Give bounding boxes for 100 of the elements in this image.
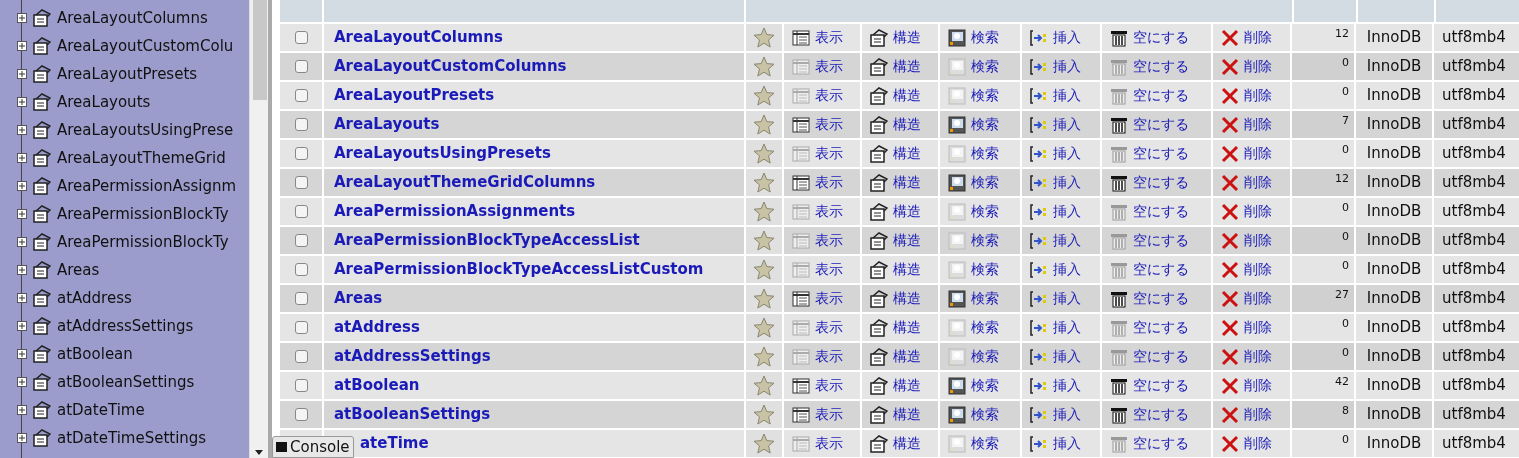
action-link[interactable]: 空にする xyxy=(1102,256,1211,283)
action-link[interactable]: 検索 xyxy=(940,227,1020,254)
action-link[interactable]: 構造 xyxy=(862,169,938,196)
action-link[interactable]: 検索 xyxy=(940,430,1020,457)
action-link[interactable]: 構造 xyxy=(862,53,938,80)
action-link[interactable]: 表示 xyxy=(784,169,860,196)
action-link[interactable]: 挿入 xyxy=(1022,53,1100,80)
action-link[interactable]: 削除 xyxy=(1213,140,1290,167)
sidebar-item[interactable]: AreaLayoutCustomColu xyxy=(57,34,234,58)
sidebar-item[interactable]: AreaLayoutsUsingPrese xyxy=(57,118,234,142)
star-icon[interactable] xyxy=(753,433,775,454)
star-icon[interactable] xyxy=(753,27,775,48)
row-checkbox[interactable] xyxy=(294,31,308,44)
action-link[interactable]: 表示 xyxy=(784,198,860,225)
expand-icon[interactable] xyxy=(17,153,27,163)
action-link[interactable]: 挿入 xyxy=(1022,256,1100,283)
action-link[interactable]: 空にする xyxy=(1102,198,1211,225)
action-link[interactable]: 挿入 xyxy=(1022,314,1100,341)
scrollbar-thumb[interactable] xyxy=(253,0,267,100)
star-icon[interactable] xyxy=(753,201,775,222)
expand-icon[interactable] xyxy=(17,405,27,415)
sidebar-item[interactable]: AreaLayouts xyxy=(57,90,151,114)
sidebar-item[interactable]: AreaPermissionBlockTy xyxy=(57,202,229,226)
action-link[interactable]: 挿入 xyxy=(1022,401,1100,428)
action-link[interactable]: 表示 xyxy=(784,140,860,167)
row-checkbox[interactable] xyxy=(294,147,308,160)
action-link[interactable]: 検索 xyxy=(940,169,1020,196)
expand-icon[interactable] xyxy=(17,349,27,359)
sidebar-item[interactable]: AreaLayoutColumns xyxy=(57,6,208,30)
action-link[interactable]: 表示 xyxy=(784,430,860,457)
action-link[interactable]: 検索 xyxy=(940,401,1020,428)
action-link[interactable]: 構造 xyxy=(862,140,938,167)
row-checkbox[interactable] xyxy=(294,234,308,247)
action-link[interactable]: 空にする xyxy=(1102,343,1211,370)
action-link[interactable]: 構造 xyxy=(862,227,938,254)
action-link[interactable]: 構造 xyxy=(862,285,938,312)
expand-icon[interactable] xyxy=(17,265,27,275)
action-link[interactable]: 空にする xyxy=(1102,401,1211,428)
action-link[interactable]: 挿入 xyxy=(1022,430,1100,457)
action-link[interactable]: 削除 xyxy=(1213,53,1290,80)
action-link[interactable]: 挿入 xyxy=(1022,111,1100,138)
action-link[interactable]: 構造 xyxy=(862,24,938,51)
action-link[interactable]: 挿入 xyxy=(1022,198,1100,225)
expand-icon[interactable] xyxy=(17,41,27,51)
action-link[interactable]: 検索 xyxy=(940,140,1020,167)
action-link[interactable]: 削除 xyxy=(1213,169,1290,196)
action-link[interactable]: 削除 xyxy=(1213,227,1290,254)
action-link[interactable]: 構造 xyxy=(862,314,938,341)
console-tab[interactable]: Console xyxy=(272,436,354,458)
star-icon[interactable] xyxy=(753,172,775,193)
action-link[interactable]: 表示 xyxy=(784,53,860,80)
star-icon[interactable] xyxy=(753,230,775,251)
row-checkbox[interactable] xyxy=(294,89,308,102)
sidebar-item[interactable]: AreaLayoutPresets xyxy=(57,62,198,86)
star-icon[interactable] xyxy=(753,317,775,338)
action-link[interactable]: 挿入 xyxy=(1022,140,1100,167)
star-icon[interactable] xyxy=(753,346,775,367)
action-link[interactable]: 構造 xyxy=(862,372,938,399)
row-checkbox[interactable] xyxy=(294,321,308,334)
scroll-down-icon[interactable] xyxy=(254,450,264,456)
sidebar-item[interactable]: AreaPermissionAssignm xyxy=(57,174,237,198)
action-link[interactable]: 空にする xyxy=(1102,430,1211,457)
action-link[interactable]: 検索 xyxy=(940,111,1020,138)
sidebar-item[interactable]: atAddress xyxy=(57,286,132,310)
sidebar-item[interactable]: atAddressSettings xyxy=(57,314,194,338)
action-link[interactable]: 挿入 xyxy=(1022,82,1100,109)
action-link[interactable]: 表示 xyxy=(784,256,860,283)
row-checkbox[interactable] xyxy=(294,263,308,276)
star-icon[interactable] xyxy=(753,404,775,425)
expand-icon[interactable] xyxy=(17,433,27,443)
action-link[interactable]: 挿入 xyxy=(1022,169,1100,196)
action-link[interactable]: 削除 xyxy=(1213,82,1290,109)
action-link[interactable]: 検索 xyxy=(940,314,1020,341)
sidebar-item[interactable]: AreaPermissionBlockTy xyxy=(57,230,229,254)
action-link[interactable]: 挿入 xyxy=(1022,285,1100,312)
action-link[interactable]: 空にする xyxy=(1102,227,1211,254)
expand-icon[interactable] xyxy=(17,181,27,191)
expand-icon[interactable] xyxy=(17,293,27,303)
sidebar-item[interactable]: atBoolean xyxy=(57,342,133,366)
action-link[interactable]: 表示 xyxy=(784,227,860,254)
star-icon[interactable] xyxy=(753,288,775,309)
sidebar-item[interactable]: AreaLayoutThemeGrid xyxy=(57,146,226,170)
action-link[interactable]: 表示 xyxy=(784,314,860,341)
action-link[interactable]: 削除 xyxy=(1213,256,1290,283)
action-link[interactable]: 表示 xyxy=(784,285,860,312)
action-link[interactable]: 構造 xyxy=(862,198,938,225)
action-link[interactable]: 挿入 xyxy=(1022,372,1100,399)
action-link[interactable]: 空にする xyxy=(1102,53,1211,80)
star-icon[interactable] xyxy=(753,56,775,77)
action-link[interactable]: 構造 xyxy=(862,256,938,283)
row-checkbox[interactable] xyxy=(294,350,308,363)
row-checkbox[interactable] xyxy=(294,118,308,131)
row-checkbox[interactable] xyxy=(294,379,308,392)
table-name-link[interactable]: atAddress xyxy=(334,316,420,339)
action-link[interactable]: 表示 xyxy=(784,343,860,370)
sidebar-item[interactable]: atDateTimeSettings xyxy=(57,426,207,450)
star-icon[interactable] xyxy=(753,85,775,106)
sidebar-item[interactable]: Areas xyxy=(57,258,100,282)
action-link[interactable]: 表示 xyxy=(784,401,860,428)
action-link[interactable]: 表示 xyxy=(784,82,860,109)
